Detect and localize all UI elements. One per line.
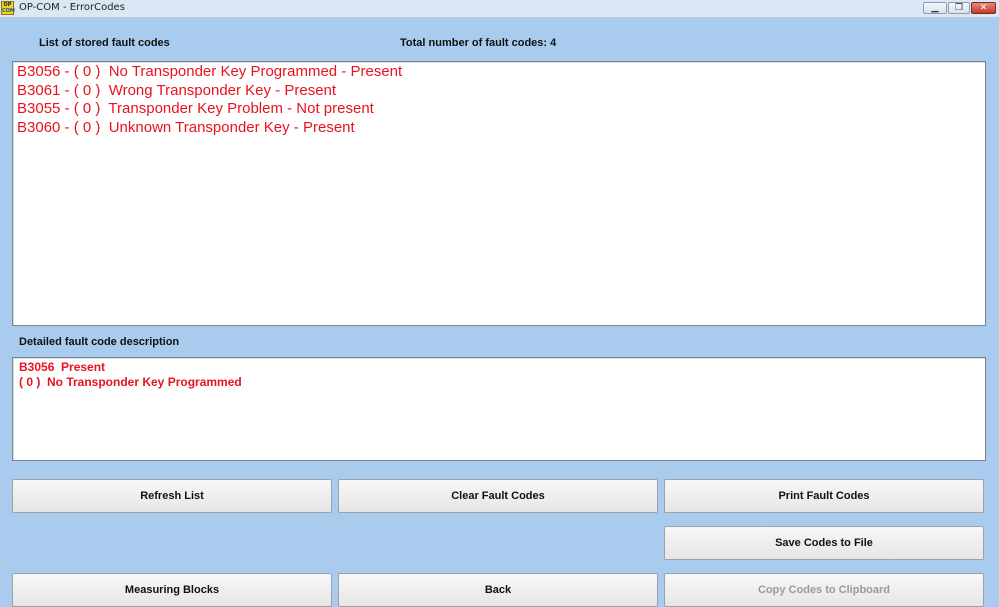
fault-code-item[interactable]: B3055 - ( 0 ) Transponder Key Problem - … [17,100,985,119]
detail-label: Detailed fault code description [19,336,180,348]
op-com-logo-icon: OP COM [1,1,15,15]
fault-code-item[interactable]: B3056 - ( 0 ) No Transponder Key Program… [17,63,985,82]
clear-fault-codes-button[interactable]: Clear Fault Codes [338,479,658,513]
close-button[interactable]: ✕ [971,2,996,14]
print-fault-codes-button[interactable]: Print Fault Codes [664,479,984,513]
restore-button[interactable]: ❐ [948,2,970,14]
refresh-list-button[interactable]: Refresh List [12,479,332,513]
save-codes-to-file-button[interactable]: Save Codes to File [664,526,984,560]
fault-count-label: Total number of fault codes: 4 [400,37,557,49]
fault-code-item[interactable]: B3061 - ( 0 ) Wrong Transponder Key - Pr… [17,82,985,101]
fault-detail-box[interactable]: B3056 Present ( 0 ) No Transponder Key P… [12,357,986,461]
measuring-blocks-button[interactable]: Measuring Blocks [12,573,332,607]
fault-list-label: List of stored fault codes [39,37,170,49]
copy-codes-to-clipboard-button[interactable]: Copy Codes to Clipboard [664,573,984,607]
minimize-button[interactable]: ▁ [923,2,947,14]
detail-code-status: B3056 Present [19,360,106,374]
fault-code-item[interactable]: B3060 - ( 0 ) Unknown Transponder Key - … [17,119,985,138]
back-button[interactable]: Back [338,573,658,607]
detail-description: ( 0 ) No Transponder Key Programmed [19,375,242,389]
restore-icon: ❐ [954,3,964,13]
window-title: OP-COM - ErrorCodes [19,2,125,13]
title-bar[interactable]: OP COM OP-COM - ErrorCodes ▁ ❐ ✕ [0,0,999,18]
fault-code-list[interactable]: B3056 - ( 0 ) No Transponder Key Program… [12,61,986,326]
minimize-icon: ▁ [931,3,939,13]
close-icon: ✕ [979,3,988,13]
